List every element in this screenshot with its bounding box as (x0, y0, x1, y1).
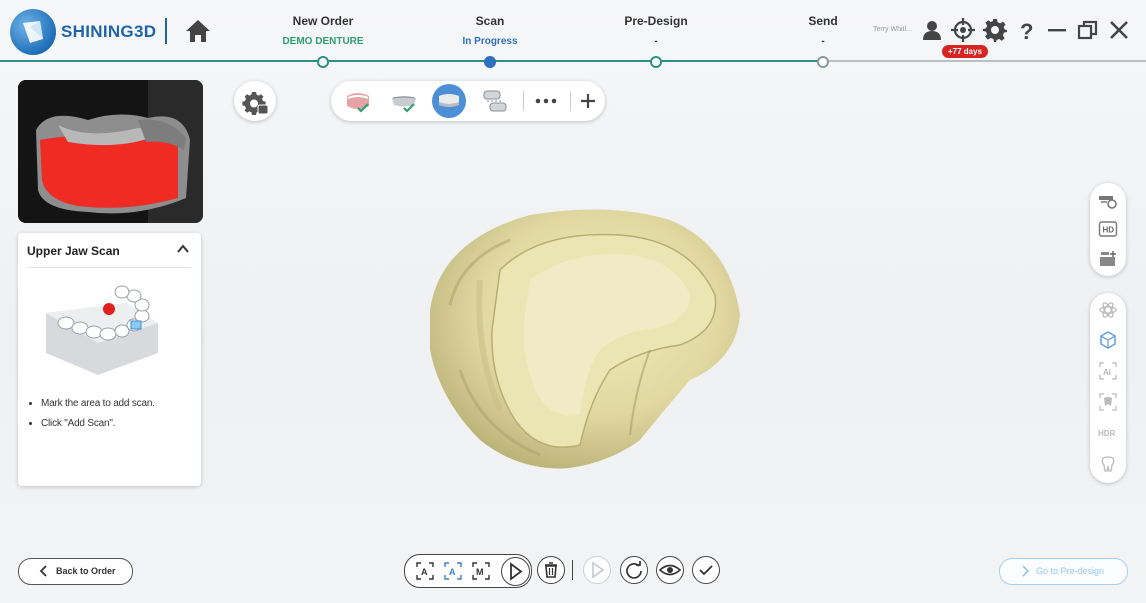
step-new-order[interactable]: New Order DEMO DENTURE (253, 14, 393, 47)
step-title: Send (808, 14, 838, 28)
occlusion-icon[interactable] (478, 84, 512, 118)
resume-button[interactable] (583, 556, 611, 584)
scan-mode-label: A (449, 567, 456, 577)
back-button-label: Back to Order (56, 566, 116, 576)
confirm-button[interactable] (692, 556, 720, 584)
texture-icon[interactable] (1098, 249, 1118, 269)
step-node-scan (484, 56, 496, 68)
ai-icon[interactable]: AI (1098, 361, 1118, 381)
step-subtitle: - (821, 36, 825, 47)
check-icon (699, 565, 713, 576)
ai-scan-mode-icon[interactable]: A (443, 561, 463, 581)
jaw-illustration-icon (38, 283, 168, 383)
shining3d-logo (10, 9, 56, 55)
hdr-label: HDR (1098, 429, 1116, 438)
scan-preview-thumbnail (18, 80, 203, 223)
scan-instruction-card: Upper Jaw Scan Mark the area to add scan… (18, 233, 201, 486)
refresh-icon (626, 561, 642, 579)
lower-jaw-icon[interactable] (387, 84, 421, 118)
instruction-item: Click "Add Scan". (41, 418, 155, 429)
hd-icon[interactable]: HD (1098, 219, 1118, 239)
svg-text:?: ? (1020, 19, 1033, 42)
atom-icon[interactable] (1098, 300, 1118, 320)
trash-icon (545, 562, 557, 578)
header-bar: SHINING3D New Order DEMO DENTURE Scan In… (0, 0, 1146, 68)
user-icon[interactable] (920, 18, 944, 42)
delete-button[interactable] (537, 556, 565, 584)
denture-icon[interactable] (432, 84, 466, 118)
step-subtitle: - (654, 36, 658, 47)
play-icon (510, 562, 523, 581)
step-node-pre-design (650, 56, 662, 68)
tooth-icon[interactable] (1098, 454, 1118, 474)
hdr-icon[interactable]: HDR (1098, 423, 1118, 443)
bottom-divider (572, 560, 573, 580)
scan-mode-label: A (421, 567, 428, 577)
chevron-up-icon[interactable] (176, 242, 190, 256)
step-title: New Order (292, 14, 354, 28)
scan-settings-icon[interactable] (1098, 191, 1118, 211)
user-name: Terry Whitl... (873, 26, 912, 33)
go-to-pre-design-button[interactable]: Go to Pre-design (999, 558, 1128, 585)
close-icon[interactable] (1107, 18, 1131, 42)
chevron-left-icon (39, 565, 47, 577)
refresh-button[interactable] (620, 556, 648, 584)
scan-settings-button[interactable] (234, 81, 276, 121)
card-title: Upper Jaw Scan (27, 244, 120, 258)
card-divider (27, 267, 191, 268)
hd-label: HD (1103, 226, 1115, 235)
step-title: Pre-Design (624, 14, 688, 28)
cube-icon[interactable] (1098, 330, 1118, 350)
play-scan-button[interactable] (501, 557, 530, 586)
step-scan[interactable]: Scan In Progress (420, 14, 560, 47)
help-icon[interactable]: ? (1014, 18, 1038, 44)
brand-name: SHINING3D (61, 22, 157, 41)
restore-icon[interactable] (1076, 18, 1100, 42)
minimize-icon[interactable] (1045, 18, 1069, 42)
step-pre-design[interactable]: Pre-Design - (586, 14, 726, 47)
ai-label: AI (1103, 368, 1111, 377)
step-subtitle: In Progress (462, 36, 518, 47)
gear-icon[interactable] (983, 18, 1007, 42)
auto-scan-mode-icon[interactable]: A (415, 561, 435, 581)
step-node-send (817, 56, 829, 68)
subscription-days-badge: +77 days (942, 45, 989, 58)
add-icon[interactable] (571, 84, 605, 118)
home-icon[interactable] (184, 18, 212, 44)
scan-target-toolbar (331, 81, 605, 121)
play-icon (592, 561, 605, 579)
chevron-right-icon (1022, 565, 1030, 577)
back-to-order-button[interactable]: Back to Order (18, 558, 133, 585)
right-tool-group-2: AI HDR (1090, 293, 1126, 483)
scan-mode-label: M (476, 567, 484, 577)
manual-scan-mode-icon[interactable]: M (471, 561, 491, 581)
toolbar-divider (523, 91, 524, 111)
step-node-new-order (317, 56, 329, 68)
eye-icon (658, 564, 682, 576)
step-title: Scan (475, 14, 505, 28)
view-button[interactable] (656, 556, 684, 584)
step-subtitle: DEMO DENTURE (282, 36, 364, 47)
target-icon[interactable] (951, 18, 975, 42)
more-icon[interactable] (529, 84, 563, 118)
right-tool-group-1: HD (1090, 183, 1126, 276)
logo-divider (165, 18, 167, 44)
instruction-item: Mark the area to add scan. (41, 398, 155, 409)
instruction-list: Mark the area to add scan. Click "Add Sc… (27, 398, 155, 438)
denture-3d-model[interactable] (420, 200, 750, 475)
trim-icon[interactable] (1098, 392, 1118, 412)
next-button-label: Go to Pre-design (1036, 566, 1105, 576)
workflow-progress-line-remaining (822, 60, 1146, 62)
upper-jaw-icon[interactable] (341, 84, 375, 118)
scan-mode-group: A A M (404, 554, 532, 588)
step-send[interactable]: Send - (753, 14, 893, 47)
